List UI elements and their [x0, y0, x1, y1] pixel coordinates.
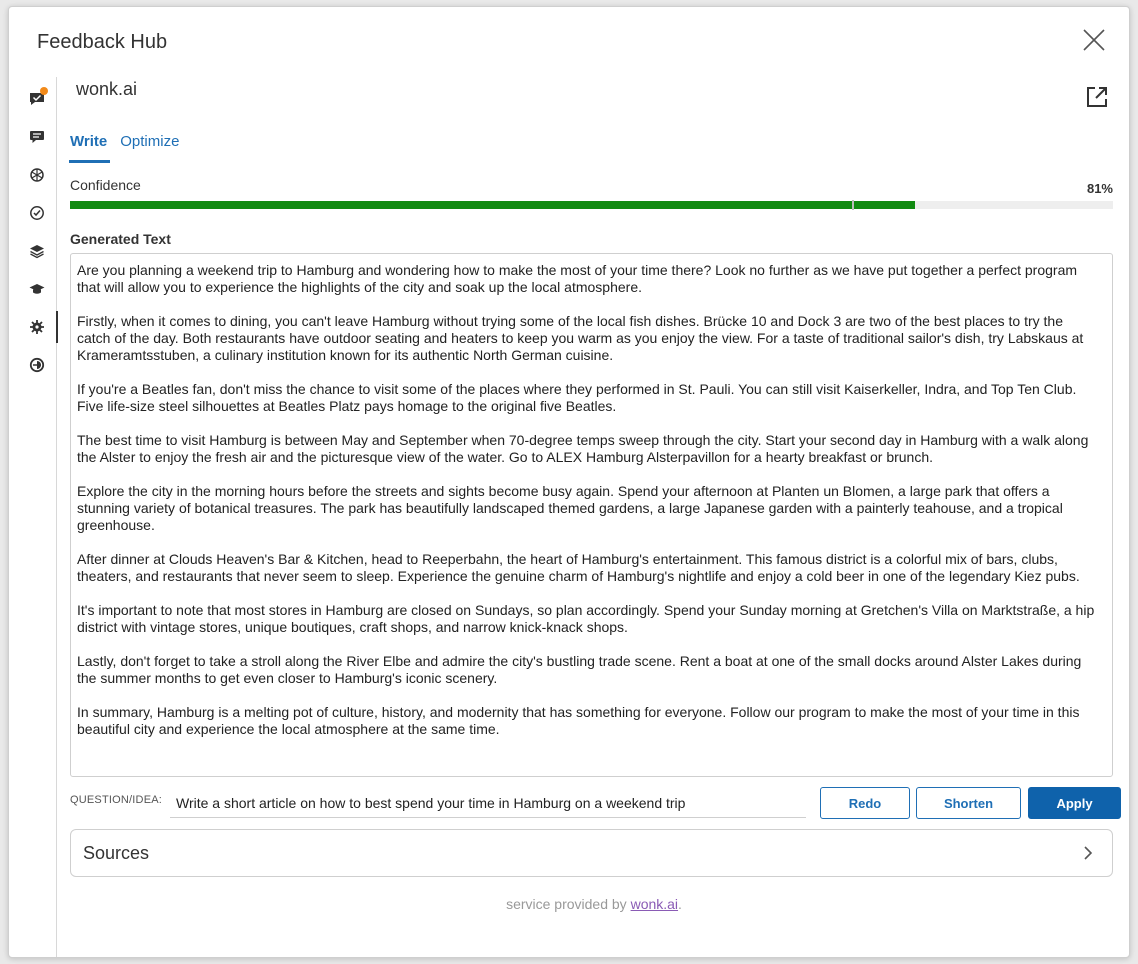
sources-accordion[interactable]: Sources — [70, 829, 1113, 877]
shorten-button[interactable]: Shorten — [916, 787, 1021, 819]
circle-half-icon[interactable] — [25, 353, 49, 377]
puzzle-gear-icon[interactable] — [25, 311, 58, 343]
feedback-chat-icon[interactable] — [25, 87, 49, 111]
generated-text-box[interactable]: Are you planning a weekend trip to Hambu… — [70, 253, 1113, 777]
confidence-label: Confidence — [70, 177, 141, 193]
brand-name: wonk.ai — [76, 79, 138, 99]
confidence-marker — [852, 200, 855, 210]
footer-link[interactable]: wonk.ai — [631, 896, 678, 912]
tab-bar: Write Optimize — [69, 131, 189, 163]
side-rail — [9, 77, 58, 957]
paragraph: Lastly, don't forget to take a stroll al… — [77, 653, 1082, 686]
paragraph: Are you planning a weekend trip to Hambu… — [77, 262, 1078, 295]
question-input[interactable] — [170, 788, 806, 818]
main-panel: wonk.ai Write Optimize Confidence 81% Ge… — [57, 7, 1129, 957]
feedback-hub-window: Feedback Hub wonk.ai Write Optimize Conf… — [8, 6, 1130, 958]
paragraph: In summary, Hamburg is a melting pot of … — [77, 704, 1080, 737]
question-label: QUESTION/IDEA: — [70, 794, 163, 806]
generated-text-label: Generated Text — [70, 231, 171, 247]
paragraph: After dinner at Clouds Heaven's Bar & Ki… — [77, 551, 1080, 584]
paragraph: Explore the city in the morning hours be… — [77, 483, 1063, 533]
paragraph: If you're a Beatles fan, don't miss the … — [77, 381, 1077, 414]
confidence-bar-fill — [70, 201, 915, 209]
sources-label: Sources — [83, 843, 150, 863]
confidence-value: 81% — [1086, 181, 1113, 196]
paragraph: Firstly, when it comes to dining, you ca… — [77, 313, 1084, 363]
openai-icon[interactable] — [25, 163, 49, 187]
paragraph: It's important to note that most stores … — [77, 602, 1095, 635]
tab-write[interactable]: Write — [69, 131, 111, 163]
open-external-icon[interactable] — [1085, 85, 1109, 109]
redo-button[interactable]: Redo — [820, 787, 910, 819]
confidence-bar — [70, 200, 1113, 210]
footer-suffix: . — [678, 896, 682, 912]
graduation-cap-icon[interactable] — [25, 277, 49, 301]
footer: service provided by wonk.ai. — [57, 896, 1129, 912]
notification-badge — [40, 87, 48, 95]
footer-prefix: service provided by — [506, 896, 631, 912]
layers-icon[interactable] — [25, 239, 49, 263]
chevron-right-icon — [1082, 844, 1094, 862]
clock-check-icon[interactable] — [25, 201, 49, 225]
apply-button[interactable]: Apply — [1028, 787, 1121, 819]
chat-bubble-icon[interactable] — [25, 125, 49, 149]
tab-optimize[interactable]: Optimize — [120, 131, 179, 163]
paragraph: The best time to visit Hamburg is betwee… — [77, 432, 1089, 465]
